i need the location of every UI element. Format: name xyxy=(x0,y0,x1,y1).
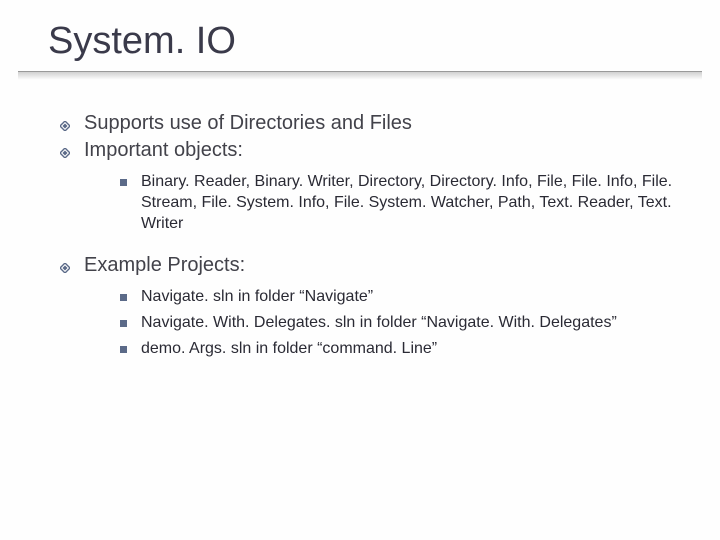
bullet-level2: Binary. Reader, Binary. Writer, Director… xyxy=(120,172,680,234)
subbullet-text: Navigate. With. Delegates. sln in folder… xyxy=(141,313,617,334)
subbullet-text: Binary. Reader, Binary. Writer, Director… xyxy=(141,172,680,234)
diamond-bullet-icon xyxy=(60,263,70,273)
slide: System. IO Supports use of Directories a… xyxy=(0,0,720,540)
bullet-text: Supports use of Directories and Files xyxy=(84,112,412,135)
subbullet-text: Navigate. sln in folder “Navigate” xyxy=(141,287,373,308)
bullet-text: Example Projects: xyxy=(84,254,245,277)
square-bullet-icon xyxy=(120,320,127,327)
square-bullet-icon xyxy=(120,294,127,301)
slide-title: System. IO xyxy=(48,20,672,63)
slide-body: Supports use of Directories and Files Im… xyxy=(0,72,720,360)
bullet-level1: Example Projects: xyxy=(60,254,680,277)
sublist-projects: Navigate. sln in folder “Navigate” Navig… xyxy=(120,287,680,359)
bullet-text: Important objects: xyxy=(84,139,243,162)
diamond-bullet-icon xyxy=(60,121,70,131)
title-shadow xyxy=(18,72,702,80)
bullet-level2: Navigate. sln in folder “Navigate” xyxy=(120,287,680,308)
subbullet-text: demo. Args. sln in folder “command. Line… xyxy=(141,339,437,360)
bullet-level2: Navigate. With. Delegates. sln in folder… xyxy=(120,313,680,334)
bullet-level2: demo. Args. sln in folder “command. Line… xyxy=(120,339,680,360)
diamond-bullet-icon xyxy=(60,148,70,158)
bullet-level1: Supports use of Directories and Files xyxy=(60,112,680,135)
sublist-objects: Binary. Reader, Binary. Writer, Director… xyxy=(120,172,680,234)
title-block: System. IO xyxy=(18,0,702,72)
square-bullet-icon xyxy=(120,346,127,353)
square-bullet-icon xyxy=(120,179,127,186)
bullet-level1: Important objects: xyxy=(60,139,680,162)
